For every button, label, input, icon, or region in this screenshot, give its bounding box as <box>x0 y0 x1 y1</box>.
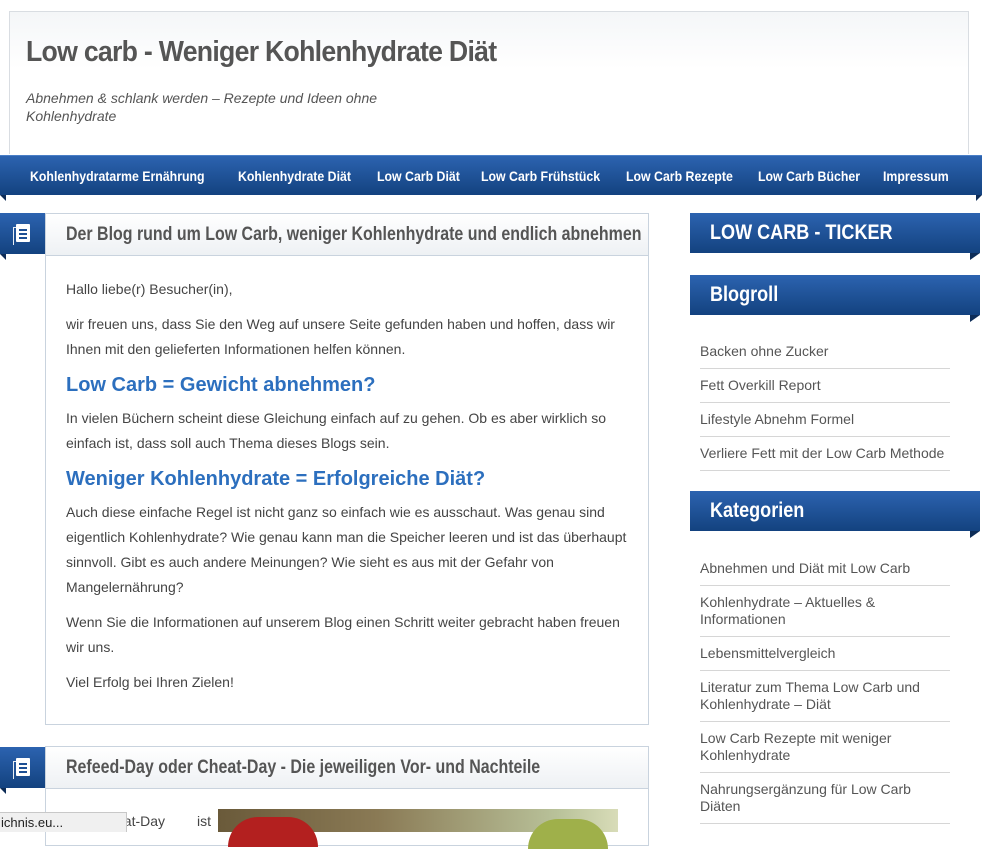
nav-ribbon-fold-left <box>0 195 6 201</box>
post-paragraph: Hallo liebe(r) Besucher(in), <box>66 281 233 297</box>
widget-title-categories: Kategorien <box>690 491 980 531</box>
site-title[interactable]: Low carb - Weniger Kohlenhydrate Diät <box>26 36 497 69</box>
blogroll-link[interactable]: Backen ohne Zucker <box>700 335 950 369</box>
post-header: Der Blog rund um Low Carb, weniger Kohle… <box>46 214 648 256</box>
nav-item-kohlenhydratarme-ernaehrung[interactable]: Kohlenhydratarme Ernährung <box>30 156 205 196</box>
post-paragraph: Auch diese einfache Regel ist nicht ganz… <box>66 504 627 595</box>
blogroll-list: Backen ohne Zucker Fett Overkill Report … <box>700 335 950 471</box>
post-paragraph: Viel Erfolg bei Ihren Zielen! <box>66 674 234 690</box>
blogroll-link[interactable]: Lifestyle Abnehm Formel <box>700 403 950 437</box>
nav-item-low-carb-rezepte[interactable]: Low Carb Rezepte <box>626 156 733 196</box>
category-link[interactable]: Lebensmittelvergleich <box>700 637 950 671</box>
widget-title-blogroll: Blogroll <box>690 275 980 315</box>
nav-item-kohlenhydrate-diaet[interactable]: Kohlenhydrate Diät <box>238 156 351 196</box>
post-title[interactable]: Refeed-Day oder Cheat-Day - Die jeweilig… <box>66 747 540 788</box>
main-navigation: Kohlenhydratarme Ernährung Kohlenhydrate… <box>0 155 982 195</box>
nav-item-low-carb-buecher[interactable]: Low Carb Bücher <box>758 156 860 196</box>
widget-ribbon-fold <box>970 315 980 322</box>
widget-ribbon-fold <box>970 253 980 260</box>
blogroll-link[interactable]: Verliere Fett mit der Low Carb Methode <box>700 437 950 471</box>
post-ribbon-fold <box>0 254 6 260</box>
category-link[interactable]: Literatur zum Thema Low Carb und Kohlenh… <box>700 671 950 722</box>
site-description: Abnehmen & schlank werden – Rezepte und … <box>26 90 378 124</box>
blogroll-link[interactable]: Fett Overkill Report <box>700 369 950 403</box>
post-excerpt-word: ist <box>197 813 211 829</box>
categories-list: Abnehmen und Diät mit Low Carb Kohlenhyd… <box>700 552 950 824</box>
post-subheading: Weniger Kohlenhydrate = Erfolgreiche Diä… <box>66 468 486 490</box>
nav-ribbon-fold-right <box>976 195 982 201</box>
nav-item-low-carb-fruehstueck[interactable]: Low Carb Frühstück <box>481 156 600 196</box>
category-link[interactable]: Kohlenhydrate – Aktuelles & Informatione… <box>700 586 950 637</box>
document-icon <box>13 758 30 779</box>
site-header: Low carb - Weniger Kohlenhydrate Diät Ab… <box>9 11 969 154</box>
category-link[interactable]: Nahrungsergänzung für Low Carb Diäten <box>700 773 950 824</box>
post-paragraph: wir freuen uns, dass Sie den Weg auf uns… <box>66 316 615 357</box>
browser-status-bar: ichnis.eu... <box>0 812 127 832</box>
nav-item-low-carb-diaet[interactable]: Low Carb Diät <box>377 156 460 196</box>
nav-item-impressum[interactable]: Impressum <box>883 156 949 196</box>
category-link[interactable]: Low Carb Rezepte mit weniger Kohlenhydra… <box>700 722 950 773</box>
widget-title-ticker: LOW CARB - TICKER <box>690 213 980 253</box>
post-title[interactable]: Der Blog rund um Low Carb, weniger Kohle… <box>66 214 642 255</box>
post-content: Hallo liebe(r) Besucher(in), wir freuen … <box>46 256 648 695</box>
post-ribbon-fold <box>0 788 6 794</box>
post-icon-tab <box>0 213 45 254</box>
post-article: Der Blog rund um Low Carb, weniger Kohle… <box>45 213 649 725</box>
apple-green-shape <box>528 819 608 849</box>
post-thumbnail-image[interactable] <box>218 809 618 849</box>
post-subheading: Low Carb = Gewicht abnehmen? <box>66 374 376 396</box>
post-header: Refeed-Day oder Cheat-Day - Die jeweilig… <box>46 747 648 789</box>
document-icon <box>13 224 30 245</box>
apple-red-shape <box>228 817 318 847</box>
post-paragraph: In vielen Büchern scheint diese Gleichun… <box>66 410 607 451</box>
post-icon-tab <box>0 747 45 788</box>
widget-ribbon-fold <box>970 531 980 538</box>
category-link[interactable]: Abnehmen und Diät mit Low Carb <box>700 552 950 586</box>
post-paragraph: Wenn Sie die Informationen auf unserem B… <box>66 614 620 655</box>
